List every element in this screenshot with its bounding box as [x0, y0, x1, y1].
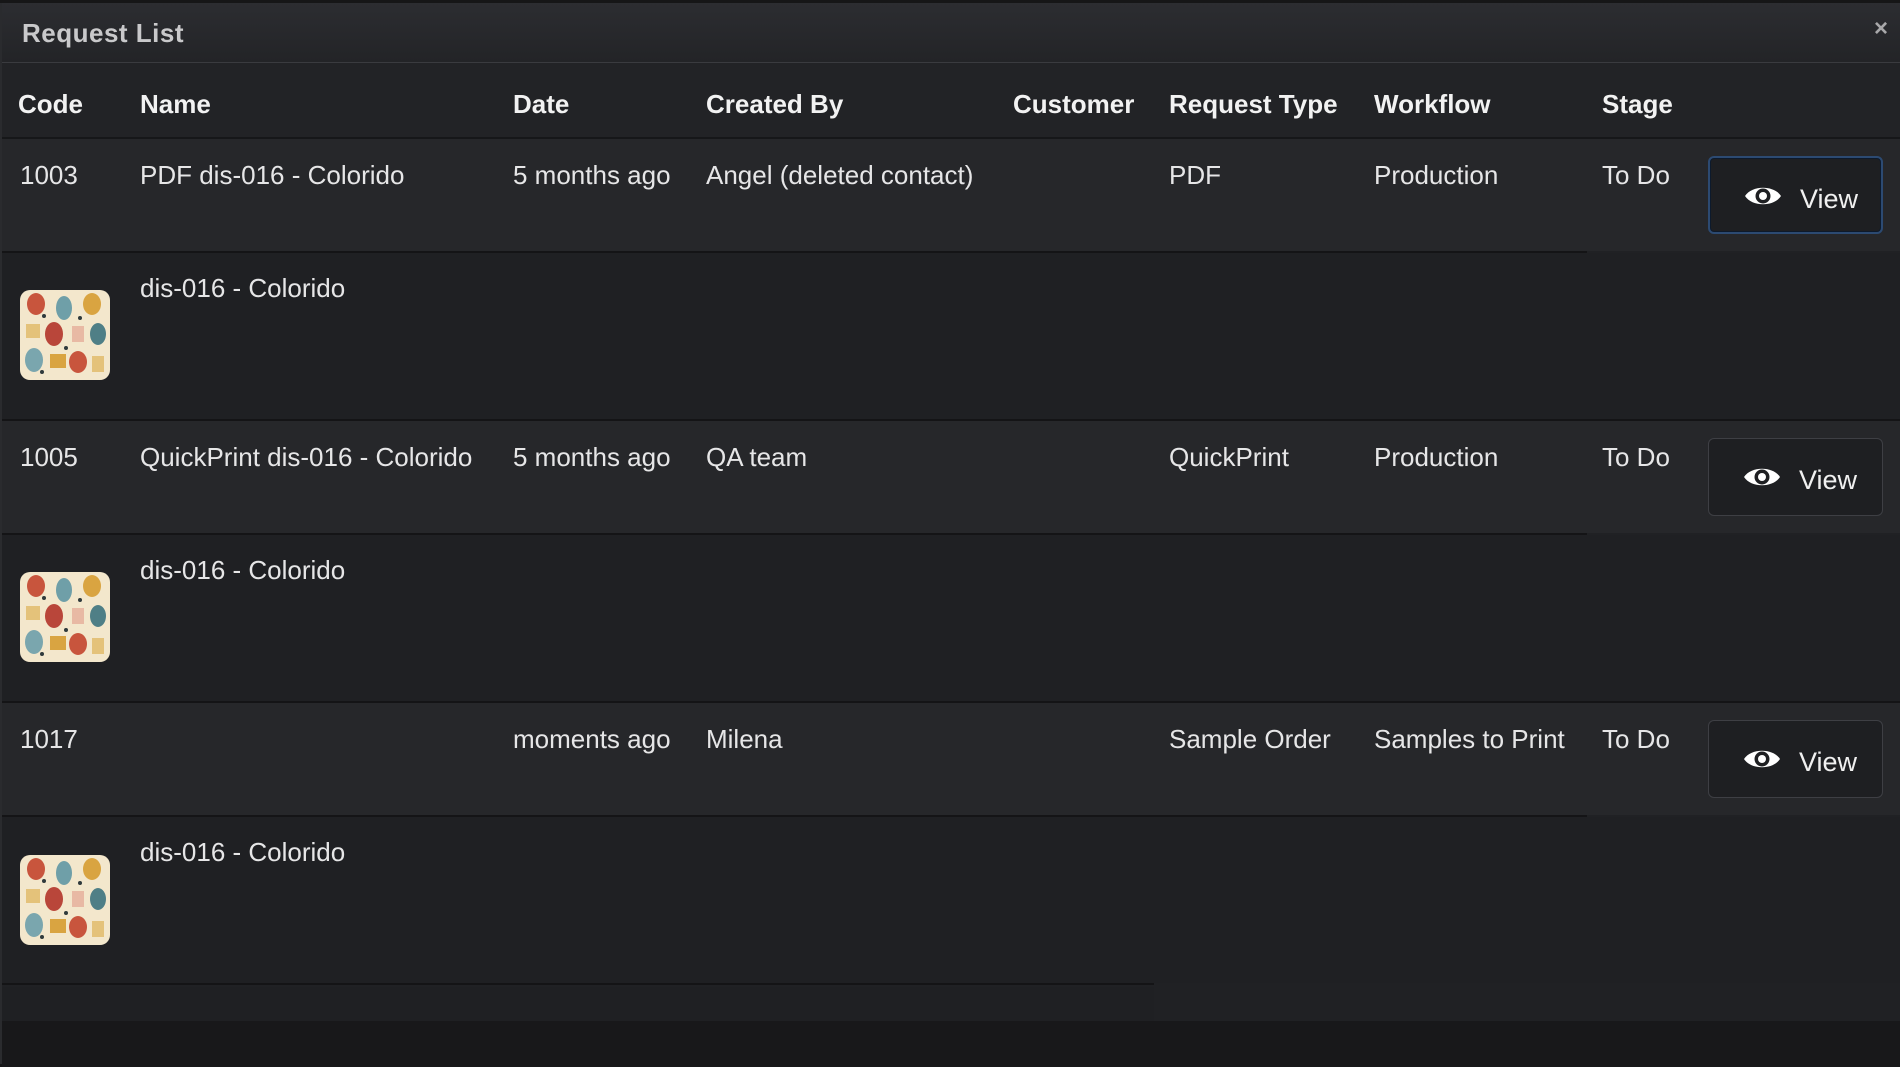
view-button-label: View [1799, 747, 1858, 777]
eye-icon [1744, 183, 1782, 214]
view-button-label: View [1800, 184, 1859, 214]
view-button[interactable]: View [1708, 156, 1883, 234]
request-list-dialog: Request List × Code Name Date Created By… [0, 3, 1900, 1067]
attachment-name: dis-016 - Colorido [140, 837, 346, 867]
table-row: 1003 PDF dis-016 - Colorido 5 months ago… [2, 139, 1900, 251]
column-header-request-type: Request Type [1169, 89, 1338, 119]
view-button-label: View [1799, 465, 1858, 495]
cell-created-by: Milena [706, 724, 783, 754]
cell-code: 1005 [20, 442, 78, 472]
cell-date: moments ago [513, 724, 671, 754]
column-header-code: Code [18, 89, 83, 119]
cell-code: 1017 [20, 724, 78, 754]
view-button[interactable]: View [1708, 720, 1883, 798]
attachment-row: dis-016 - Colorido [2, 535, 1900, 701]
cell-created-by: QA team [706, 442, 808, 472]
cell-code: 1003 [20, 160, 78, 190]
column-header-name: Name [140, 89, 211, 119]
attachment-row: dis-016 - Colorido [2, 817, 1900, 983]
column-header-created-by: Created By [706, 89, 844, 119]
column-header-date: Date [513, 89, 570, 119]
cell-request-type: PDF [1169, 160, 1221, 190]
cell-stage: To Do [1602, 442, 1670, 472]
cell-stage: To Do [1602, 724, 1670, 754]
eye-icon [1743, 746, 1781, 777]
row-divider [2, 983, 1154, 985]
view-button[interactable]: View [1708, 438, 1883, 516]
cell-created-by: Angel (deleted contact) [706, 160, 974, 190]
cell-workflow: Samples to Print [1374, 724, 1565, 754]
dialog-footer [2, 1021, 1900, 1067]
cell-request-type: QuickPrint [1169, 442, 1289, 472]
pattern-thumbnail[interactable] [20, 855, 110, 945]
eye-icon [1743, 464, 1781, 495]
cell-name: PDF dis-016 - Colorido [140, 160, 405, 190]
attachment-name: dis-016 - Colorido [140, 555, 346, 585]
column-header-customer: Customer [1013, 89, 1135, 119]
cell-workflow: Production [1374, 160, 1499, 190]
dialog-titlebar: Request List × [2, 3, 1900, 63]
table-bottom-strip [2, 987, 1154, 1021]
close-icon[interactable]: × [1874, 17, 1888, 41]
attachment-row: dis-016 - Colorido [2, 253, 1900, 419]
table-row: 1017 moments ago Milena Sample Order Sam… [2, 703, 1900, 815]
cell-name: QuickPrint dis-016 - Colorido [140, 442, 473, 472]
cell-stage: To Do [1602, 160, 1670, 190]
attachment-name: dis-016 - Colorido [140, 273, 346, 303]
cell-date: 5 months ago [513, 442, 671, 472]
table-header: Code Name Date Created By Customer Reque… [2, 63, 1900, 139]
cell-workflow: Production [1374, 442, 1499, 472]
column-header-workflow: Workflow [1374, 89, 1491, 119]
column-header-stage: Stage [1602, 89, 1673, 119]
pattern-thumbnail[interactable] [20, 572, 110, 662]
pattern-thumbnail[interactable] [20, 290, 110, 380]
cell-request-type: Sample Order [1169, 724, 1331, 754]
cell-date: 5 months ago [513, 160, 671, 190]
dialog-title: Request List [22, 18, 185, 48]
table-row: 1005 QuickPrint dis-016 - Colorido 5 mon… [2, 421, 1900, 533]
